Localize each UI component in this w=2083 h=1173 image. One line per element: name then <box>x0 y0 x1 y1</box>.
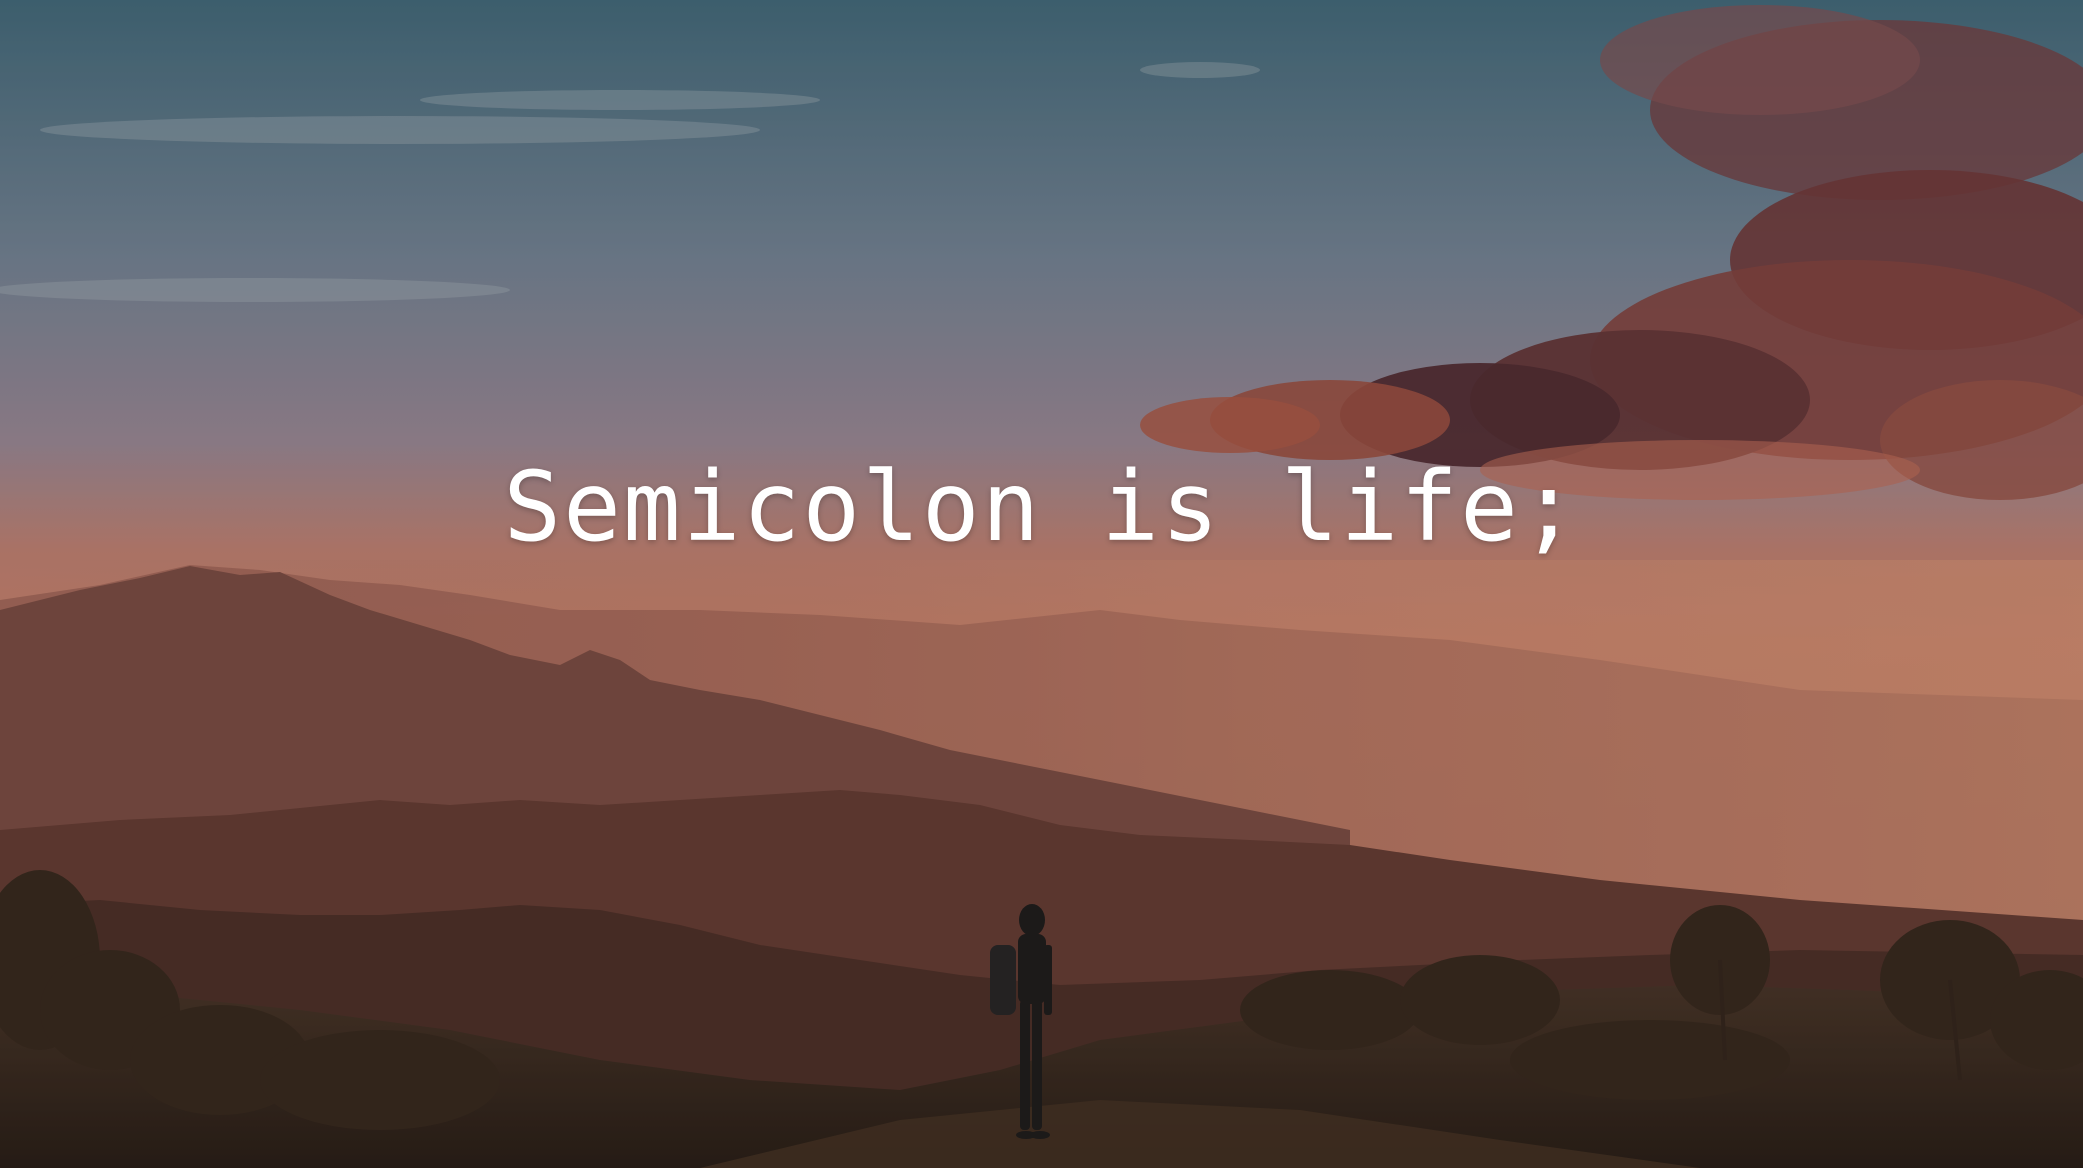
hero-headline: Semicolon is life; <box>503 451 1580 563</box>
hero-banner: Semicolon is life; <box>0 0 2083 1168</box>
landscape-background-image <box>0 0 2083 1168</box>
bottom-edge <box>0 1168 2083 1173</box>
